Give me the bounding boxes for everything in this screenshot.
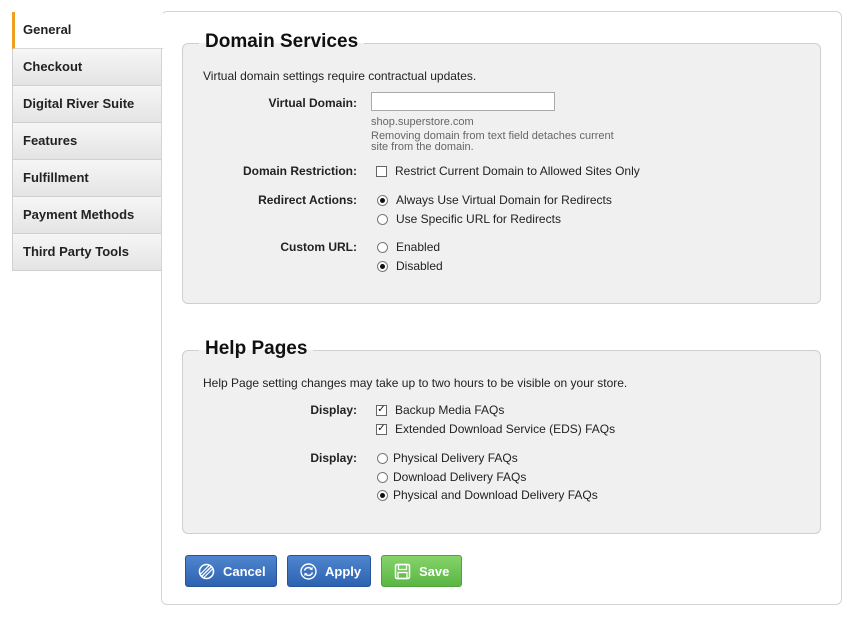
backup-media-faqs-checkbox[interactable]: ✓: [376, 404, 387, 416]
redirect-option-text: Use Specific URL for Redirects: [396, 212, 561, 226]
checkbox-option-text: Extended Download Service (EDS) FAQs: [395, 422, 616, 436]
eds-faqs-option[interactable]: ✓ Extended Download Service (EDS) FAQs: [376, 422, 615, 436]
custom-url-option-disabled[interactable]: Disabled: [377, 259, 443, 273]
domain-restriction-label: Domain Restriction:: [242, 164, 357, 178]
redirect-option-specific-url[interactable]: Use Specific URL for Redirects: [377, 212, 561, 226]
save-button[interactable]: Save: [381, 555, 462, 587]
save-button-label: Save: [419, 563, 450, 579]
settings-panel: Domain Services Virtual domain settings …: [161, 11, 842, 605]
custom-url-option-text: Enabled: [396, 240, 441, 254]
physical-and-download-faqs-option[interactable]: Physical and Download Delivery FAQs: [377, 488, 598, 502]
cancel-button-label: Cancel: [223, 563, 266, 579]
tab-digital-river-suite[interactable]: Digital River Suite: [12, 86, 162, 123]
custom-url-option-enabled[interactable]: Enabled: [377, 240, 440, 254]
tab-payment-methods[interactable]: Payment Methods: [12, 197, 162, 234]
domain-restriction-text: Restrict Current Domain to Allowed Sites…: [395, 164, 640, 178]
redirect-radio-virtual-domain[interactable]: [377, 194, 388, 206]
physical-delivery-radio[interactable]: [377, 452, 388, 464]
custom-url-radio-disabled[interactable]: [377, 260, 388, 272]
display-label-faqs: Display:: [310, 403, 357, 417]
eds-faqs-checkbox[interactable]: ✓: [376, 423, 387, 435]
domain-services-title: Domain Services: [199, 31, 365, 53]
cancel-button[interactable]: Cancel: [185, 555, 277, 587]
help-pages-section: Help Pages Help Page setting changes may…: [182, 338, 821, 534]
redirect-option-virtual-domain[interactable]: Always Use Virtual Domain for Redirects: [377, 193, 612, 207]
backup-media-faqs-option[interactable]: ✓ Backup Media FAQs: [376, 403, 504, 417]
virtual-domain-input[interactable]: [371, 92, 555, 111]
sidebar-nav: General Checkout Digital River Suite Fea…: [12, 12, 163, 271]
apply-button-label: Apply: [325, 563, 362, 579]
download-delivery-faqs-option[interactable]: Download Delivery FAQs: [377, 470, 526, 484]
custom-url-radio-enabled[interactable]: [377, 241, 388, 253]
custom-url-label: Custom URL:: [280, 240, 357, 254]
physical-delivery-faqs-option[interactable]: Physical Delivery FAQs: [377, 451, 518, 465]
display-label-delivery: Display:: [310, 451, 357, 465]
refresh-icon: [300, 562, 317, 580]
physical-and-download-radio[interactable]: [377, 489, 388, 501]
redirect-actions-label: Redirect Actions:: [258, 193, 357, 207]
domain-restriction-checkbox[interactable]: [376, 165, 387, 177]
domain-restriction-option[interactable]: Restrict Current Domain to Allowed Sites…: [376, 164, 640, 178]
tab-general[interactable]: General: [12, 12, 163, 49]
cancel-circle-icon: [198, 563, 215, 580]
domain-services-section: Domain Services Virtual domain settings …: [182, 31, 821, 304]
tab-fulfillment[interactable]: Fulfillment: [12, 160, 162, 197]
floppy-disk-icon: [394, 563, 411, 580]
radio-option-text: Download Delivery FAQs: [393, 470, 527, 484]
redirect-radio-specific-url[interactable]: [377, 213, 388, 225]
radio-option-text: Physical Delivery FAQs: [393, 451, 518, 465]
virtual-domain-label: Virtual Domain:: [268, 96, 357, 110]
redirect-option-text: Always Use Virtual Domain for Redirects: [396, 193, 612, 207]
domain-services-note: Virtual domain settings require contract…: [203, 69, 477, 83]
tab-third-party-tools[interactable]: Third Party Tools: [12, 234, 162, 271]
download-delivery-radio[interactable]: [377, 471, 388, 483]
virtual-domain-hint-url: shop.superstore.com: [371, 116, 474, 128]
custom-url-option-text: Disabled: [396, 259, 443, 273]
help-pages-title: Help Pages: [199, 338, 314, 360]
tab-features[interactable]: Features: [12, 123, 162, 160]
checkbox-option-text: Backup Media FAQs: [395, 403, 505, 417]
virtual-domain-hint-line2: site from the domain.: [371, 141, 474, 153]
radio-option-text: Physical and Download Delivery FAQs: [393, 488, 598, 502]
apply-button[interactable]: Apply: [287, 555, 371, 587]
help-pages-note: Help Page setting changes may take up to…: [203, 376, 628, 390]
tab-checkout[interactable]: Checkout: [12, 49, 162, 86]
